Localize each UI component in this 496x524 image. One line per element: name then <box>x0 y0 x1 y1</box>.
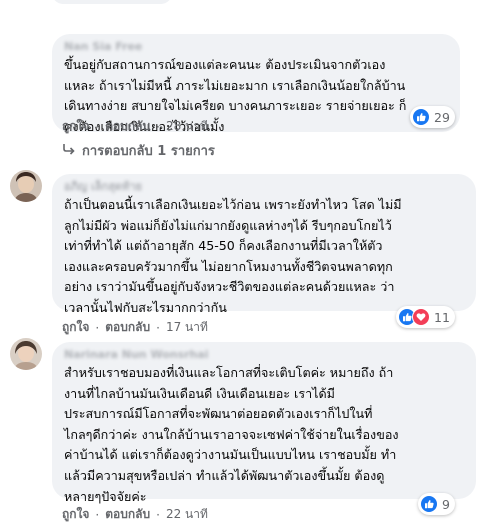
separator-dot: · <box>95 119 100 134</box>
reaction-icons <box>420 495 438 513</box>
reaction-count: 9 <box>442 496 450 512</box>
reaction-icons <box>398 308 430 326</box>
reaction-icons <box>412 108 430 126</box>
view-replies-label[interactable]: การตอบกลับ 1 รายการ <box>82 140 215 161</box>
comment-author[interactable]: Nan Sia Free <box>64 40 448 54</box>
like-button[interactable]: ถูกใจ <box>62 117 89 136</box>
reaction-count: 11 <box>434 309 450 325</box>
like-button[interactable]: ถูกใจ <box>62 318 89 337</box>
reaction-count: 29 <box>434 109 450 125</box>
comment-author[interactable]: อภิญ เล็กสุดท้าย <box>64 180 464 194</box>
like-reaction-icon <box>412 108 430 126</box>
comment-bubble: Narinara Nun Wonsrhai สำหรับเราชอบมองที่… <box>52 342 476 504</box>
comment-author[interactable]: Narinara Nun Wonsrhai <box>64 348 464 362</box>
comment-actions: ถูกใจ · ตอบกลับ · 17 นาที <box>62 318 208 337</box>
comment-bubble: อภิญ เล็กสุดท้าย ถ้าเป็นตอนนี้เราเลือกเง… <box>52 174 476 315</box>
comment-text: สำหรับเราชอบมองที่เงินและโอกาสที่จะเติบโ… <box>64 365 399 504</box>
separator-dot: · <box>95 507 100 522</box>
comment-timestamp[interactable]: 17 นาที <box>166 318 208 337</box>
comment-timestamp[interactable]: 22 นาที <box>166 505 208 524</box>
like-reaction-icon <box>420 495 438 513</box>
previous-comment-bubble-partial <box>52 0 172 4</box>
separator-dot: · <box>95 320 100 335</box>
comment-actions: ถูกใจ · ตอบกลับ · 28 นาที <box>62 117 208 136</box>
reaction-summary[interactable]: 11 <box>396 306 455 328</box>
reaction-summary[interactable]: 9 <box>418 493 455 515</box>
reply-button[interactable]: ตอบกลับ <box>105 318 150 337</box>
avatar[interactable] <box>10 170 42 202</box>
reply-button[interactable]: ตอบกลับ <box>105 117 150 136</box>
comment-text: ถ้าเป็นตอนนี้เราเลือกเงินเยอะไว้ก่อน เพร… <box>64 197 402 315</box>
separator-dot: · <box>156 320 160 335</box>
comment-actions: ถูกใจ · ตอบกลับ · 22 นาที <box>62 505 208 524</box>
reaction-summary[interactable]: 29 <box>410 106 455 128</box>
separator-dot: · <box>156 507 160 522</box>
love-reaction-icon <box>412 308 430 326</box>
reply-arrow-icon <box>62 143 76 159</box>
separator-dot: · <box>156 119 160 134</box>
view-replies-link[interactable]: การตอบกลับ 1 รายการ <box>62 140 215 161</box>
comment-timestamp[interactable]: 28 นาที <box>166 117 208 136</box>
like-button[interactable]: ถูกใจ <box>62 505 89 524</box>
reply-button[interactable]: ตอบกลับ <box>105 505 150 524</box>
avatar[interactable] <box>10 338 42 370</box>
